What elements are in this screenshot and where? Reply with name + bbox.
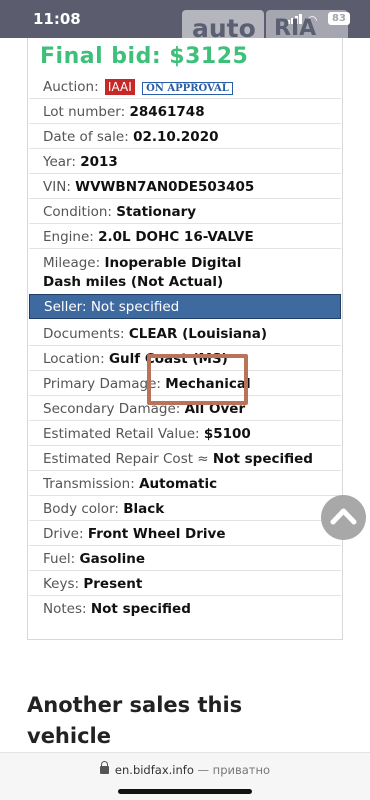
row-label: Drive: <box>43 526 84 542</box>
row-label: VIN: <box>43 179 71 195</box>
row-value: Present <box>83 576 143 592</box>
seller-text: Seller: Not specified <box>44 299 180 315</box>
row-label: Documents: <box>43 326 125 342</box>
row-label: Fuel: <box>43 551 76 567</box>
row-label: Location: <box>43 351 105 367</box>
row-value: 2.0L DOHC 16-VALVE <box>98 229 254 245</box>
primary-damage-highlight <box>147 354 248 405</box>
row-year: Year: 2013 <box>29 149 341 174</box>
row-value: Stationary <box>116 204 197 220</box>
row-label: Mileage: <box>43 255 101 271</box>
row-label: Engine: <box>43 229 94 245</box>
row-value: Inoperable Digital <box>104 255 242 271</box>
row-label: Condition: <box>43 204 112 220</box>
auction-label: Auction: <box>43 79 99 95</box>
row-label: Year: <box>43 154 76 170</box>
auction-source-badge: IAAI <box>104 79 135 95</box>
home-indicator <box>118 789 252 794</box>
browser-address-bar[interactable]: en.bidfax.info — приватно <box>0 752 370 800</box>
row-vin: VIN: WVWBN7AN0DE503405 <box>29 174 341 199</box>
row-value: Black <box>123 501 165 517</box>
url-display[interactable]: en.bidfax.info — приватно <box>0 761 370 777</box>
row-value: $5100 <box>203 426 251 442</box>
row-label: Transmission: <box>43 476 135 492</box>
final-bid: Final bid: $3125 <box>40 44 249 69</box>
row-label: Primary Damage: <box>43 376 161 392</box>
row-notes: Notes: Not specified <box>29 596 341 621</box>
row-value-cont: Dash miles (Not Actual) <box>43 274 224 290</box>
row-engine: Engine: 2.0L DOHC 16-VALVE <box>29 224 341 249</box>
lock-icon <box>99 761 109 774</box>
row-date-of-sale: Date of sale: 02.10.2020 <box>29 124 341 149</box>
row-fuel: Fuel: Gasoline <box>29 546 341 571</box>
status-time: 11:08 <box>33 10 81 28</box>
row-keys: Keys: Present <box>29 571 341 596</box>
scroll-to-top-button[interactable] <box>321 495 366 540</box>
row-value: Front Wheel Drive <box>87 526 226 542</box>
row-label: Estimated Repair Cost ≈ <box>43 451 209 467</box>
row-label: Body color: <box>43 501 119 517</box>
row-value: 2013 <box>80 154 118 170</box>
row-value: Gasoline <box>79 551 146 567</box>
row-value: Automatic <box>139 476 218 492</box>
row-label: Lot number: <box>43 104 126 120</box>
row-label: Keys: <box>43 576 80 592</box>
row-label: Date of sale: <box>43 129 129 145</box>
section-heading: Another sales this vehicle <box>27 693 243 748</box>
row-auction: Auction: IAAI ON APPROVAL <box>29 74 341 99</box>
row-value: WVWBN7AN0DE503405 <box>75 179 255 195</box>
row-mileage: Mileage: Inoperable Digital Dash miles (… <box>29 249 341 294</box>
row-value: 28461748 <box>129 104 205 120</box>
row-value: Not specified <box>90 601 191 617</box>
row-documents: Documents: CLEAR (Louisiana) <box>29 321 341 346</box>
row-label: Notes: <box>43 601 87 617</box>
auction-status-badge: ON APPROVAL <box>142 82 233 95</box>
row-condition: Condition: Stationary <box>29 199 341 224</box>
row-repair-cost: Estimated Repair Cost ≈ Not specified <box>29 446 341 471</box>
row-value: CLEAR (Louisiana) <box>128 326 268 342</box>
row-body-color: Body color: Black <box>29 496 341 521</box>
row-lot-number: Lot number: 28461748 <box>29 99 341 124</box>
chevron-up-icon <box>330 508 357 525</box>
row-value: 02.10.2020 <box>133 129 219 145</box>
url-domain: en.bidfax.info <box>114 763 194 777</box>
url-private-label: — приватно <box>197 763 271 777</box>
row-drive: Drive: Front Wheel Drive <box>29 521 341 546</box>
row-value: Not specified <box>212 451 313 467</box>
row-transmission: Transmission: Automatic <box>29 471 341 496</box>
row-retail-value: Estimated Retail Value: $5100 <box>29 421 341 446</box>
row-label: Estimated Retail Value: <box>43 426 200 442</box>
row-seller: Seller: Not specified <box>29 294 341 319</box>
